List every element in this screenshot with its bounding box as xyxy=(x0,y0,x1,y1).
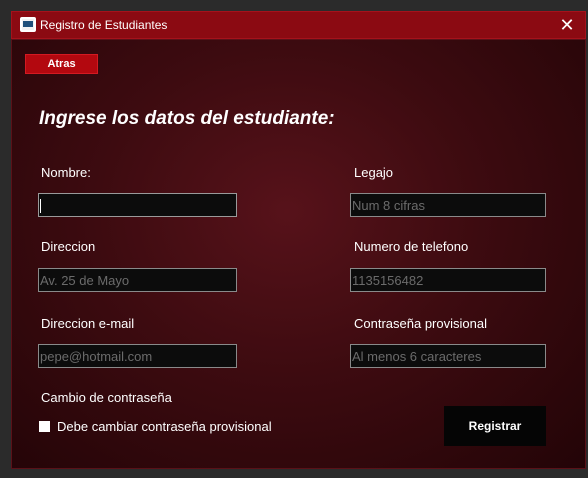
form-panel: Atras Ingrese los datos del estudiante: … xyxy=(11,39,586,469)
legajo-input[interactable] xyxy=(350,193,546,217)
direccion-label: Direccion xyxy=(41,239,96,254)
close-icon[interactable]: ✕ xyxy=(555,14,579,36)
must-change-password-checkbox[interactable] xyxy=(39,421,50,432)
email-input[interactable] xyxy=(38,344,237,368)
text-caret xyxy=(40,199,41,213)
password-input[interactable] xyxy=(350,344,546,368)
nombre-label: Nombre: xyxy=(41,165,91,180)
direccion-input[interactable] xyxy=(38,268,237,292)
register-button[interactable]: Registrar xyxy=(444,406,546,446)
email-label: Direccion e-mail xyxy=(41,316,135,331)
password-label: Contraseña provisional xyxy=(354,316,487,331)
password-change-section-label: Cambio de contraseña xyxy=(41,390,172,405)
legajo-label: Legajo xyxy=(354,165,394,180)
telefono-input[interactable] xyxy=(350,268,546,292)
app-icon xyxy=(20,17,36,32)
window-title: Registro de Estudiantes xyxy=(40,18,168,32)
form-heading: Ingrese los datos del estudiante: xyxy=(39,108,335,129)
nombre-input[interactable] xyxy=(38,193,237,217)
title-bar[interactable]: Registro de Estudiantes ✕ xyxy=(11,11,586,39)
registration-window: Registro de Estudiantes ✕ Atras Ingrese … xyxy=(0,0,588,478)
back-button[interactable]: Atras xyxy=(25,54,98,74)
telefono-label: Numero de telefono xyxy=(354,239,469,254)
must-change-password-label[interactable]: Debe cambiar contraseña provisional xyxy=(57,419,272,434)
